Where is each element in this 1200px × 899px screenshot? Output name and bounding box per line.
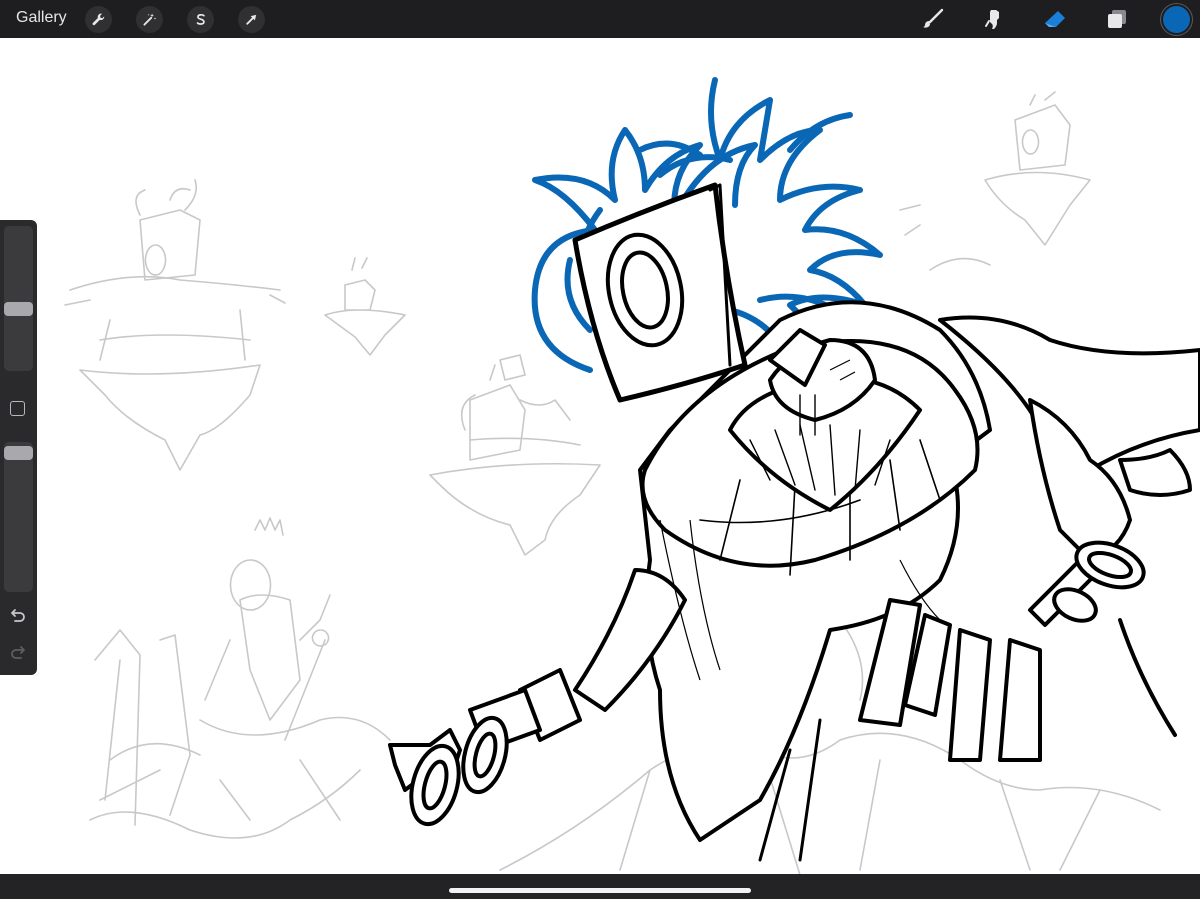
color-picker-swatch[interactable] [1163,6,1190,33]
transform-arrow-icon[interactable] [238,6,265,33]
selection-s-icon[interactable] [187,6,214,33]
bottom-bar [0,874,1200,899]
undo-icon[interactable] [9,607,27,625]
lineart-layer [388,182,1200,862]
opacity-knob[interactable] [4,446,33,460]
artwork [64,77,1200,874]
adjustments-wand-icon[interactable] [136,6,163,33]
square-modify-icon[interactable] [10,401,25,416]
top-toolbar: Gallery [0,0,1200,38]
layers-icon[interactable] [1103,5,1131,33]
actions-wrench-icon[interactable] [85,6,112,33]
gallery-button[interactable]: Gallery [16,9,67,27]
brush-icon[interactable] [919,5,947,33]
smudge-icon[interactable] [980,5,1008,33]
redo-icon[interactable] [9,644,27,662]
opacity-slider[interactable] [4,442,33,592]
left-sidebar [0,220,37,675]
eraser-icon[interactable] [1041,5,1069,33]
brush-size-slider[interactable] [4,226,33,371]
sketch-layer [64,91,1161,874]
brush-size-knob[interactable] [4,302,33,316]
drawing-canvas[interactable] [0,38,1200,874]
home-indicator[interactable] [449,888,751,893]
